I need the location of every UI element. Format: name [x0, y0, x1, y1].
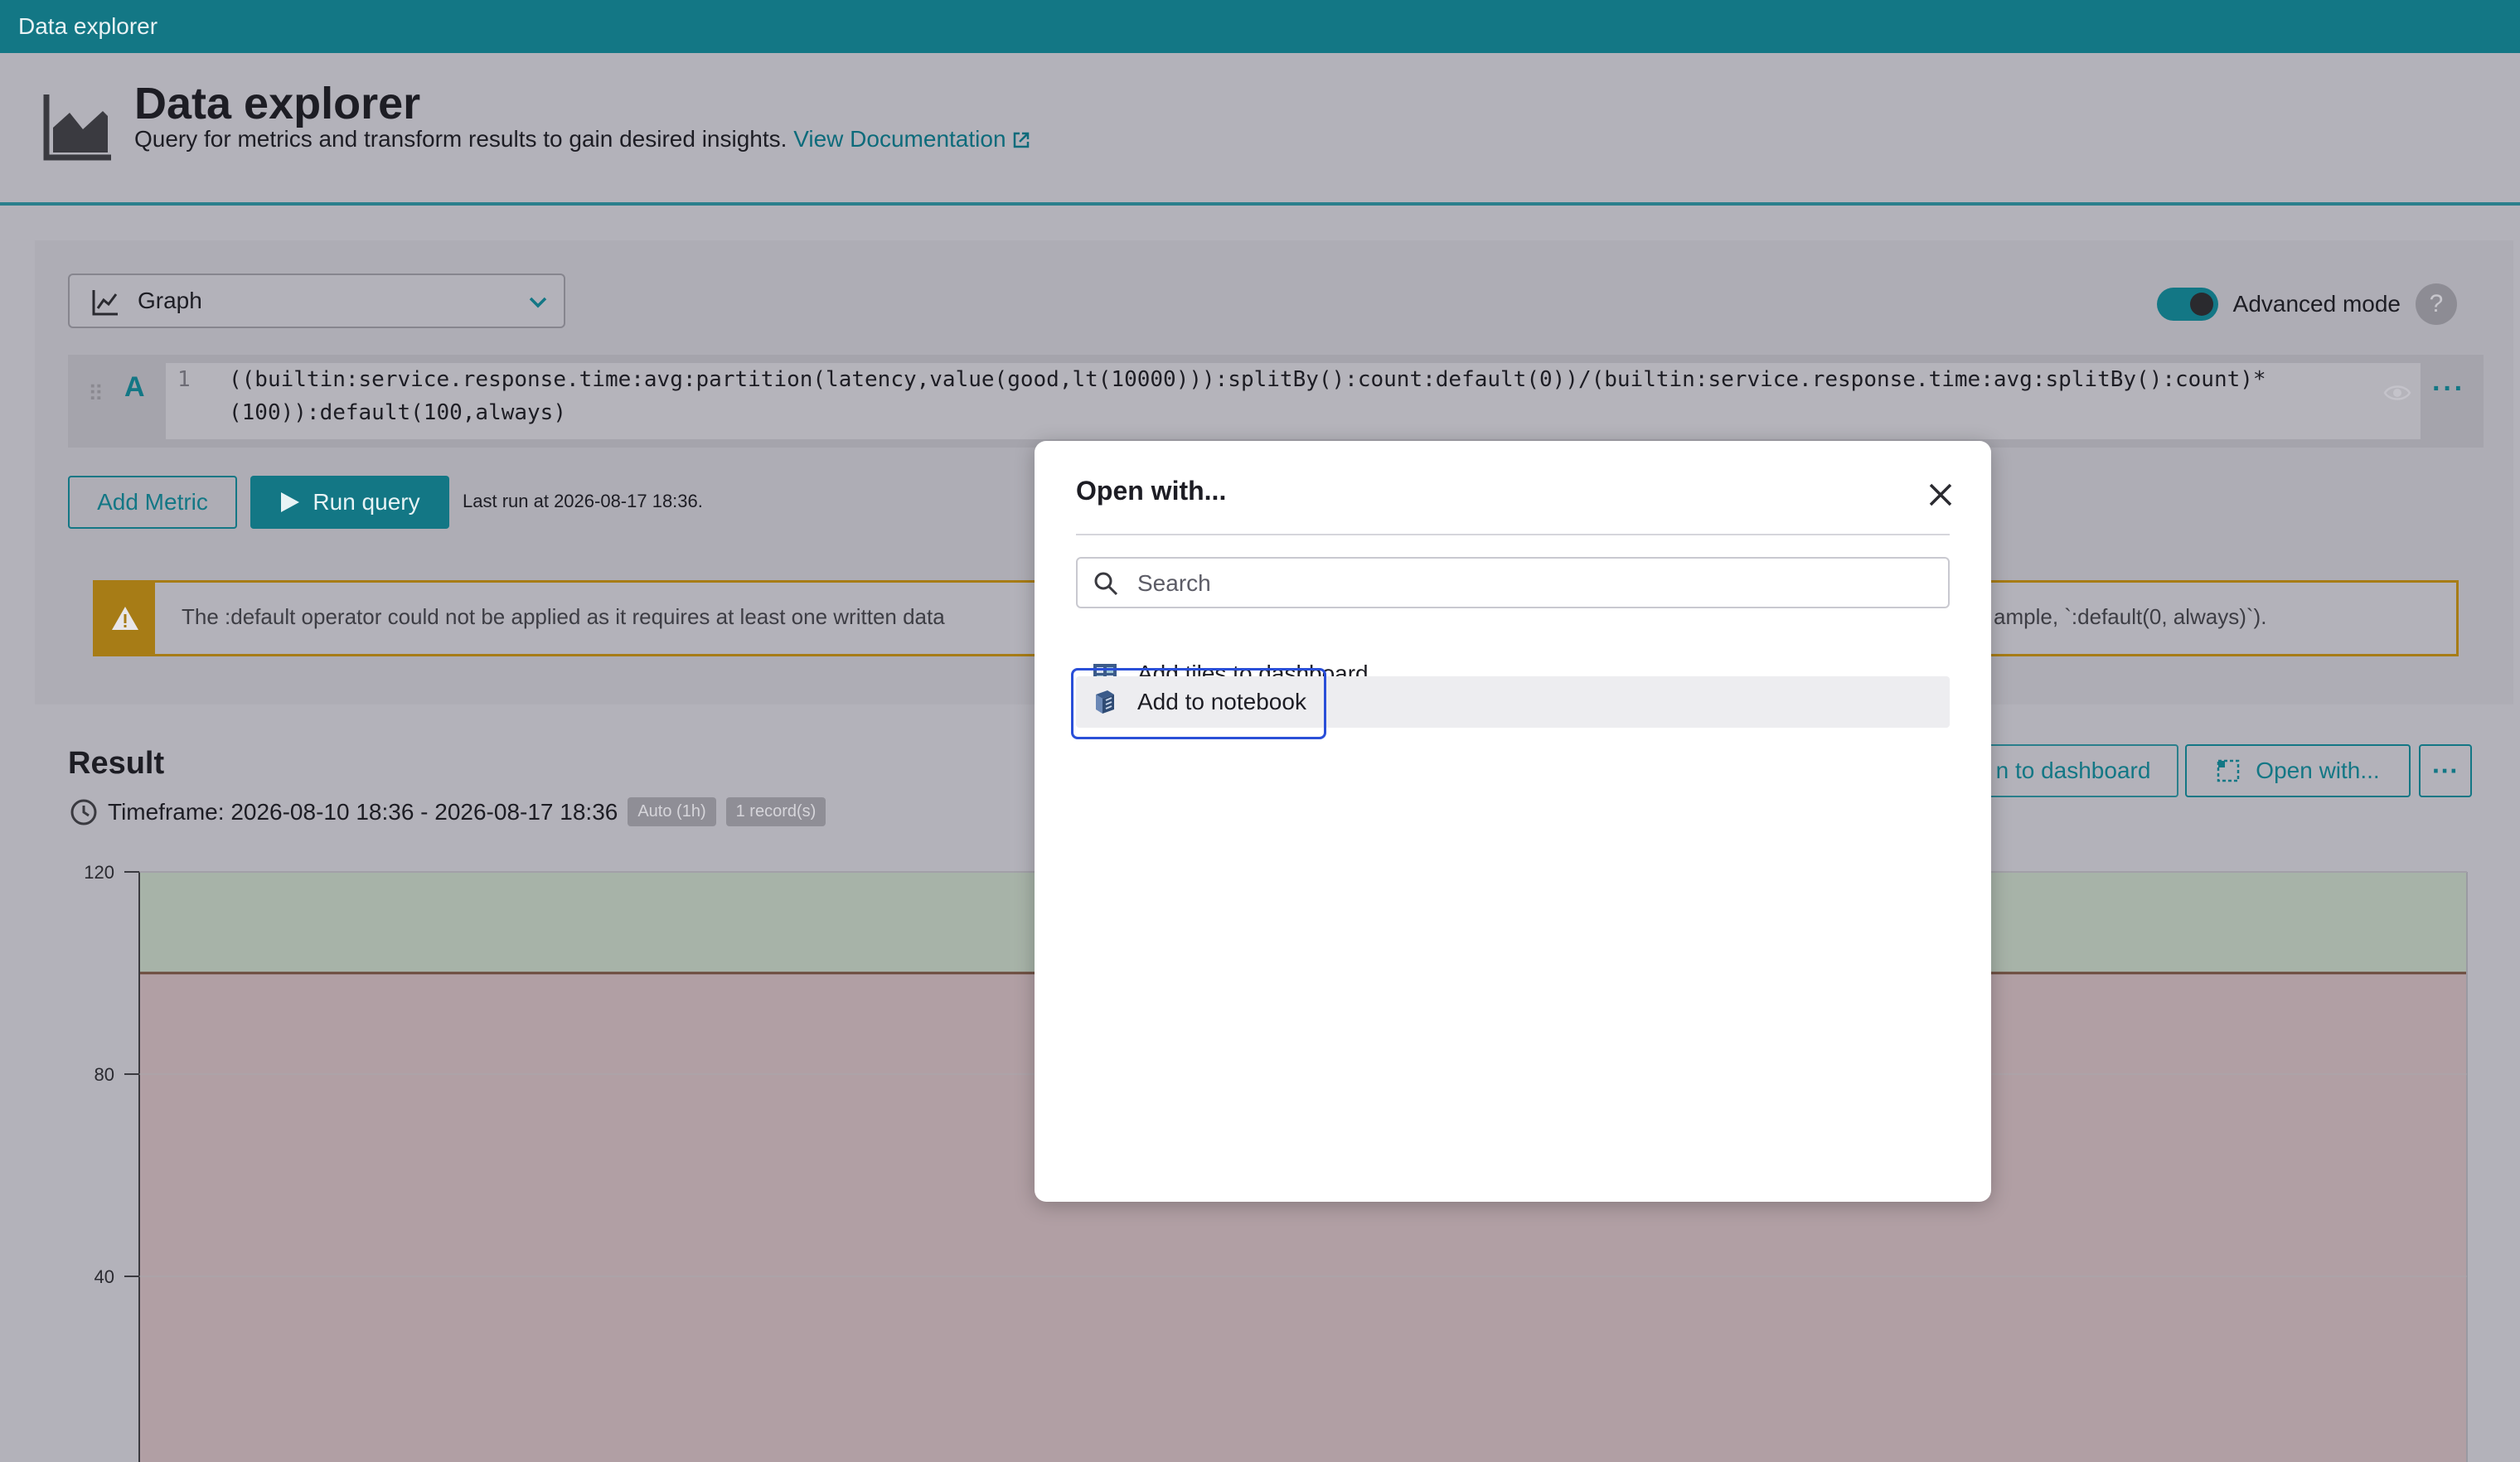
view-documentation-link[interactable]: View Documentation	[793, 126, 1030, 152]
open-with-icon	[2217, 759, 2240, 782]
eye-icon[interactable]	[2382, 378, 2412, 408]
modal-divider	[1076, 534, 1950, 535]
chart-y-tick-label: 80	[94, 1064, 114, 1085]
result-title: Result	[68, 746, 165, 781]
last-run-text: Last run at 2026-08-17 18:36.	[463, 491, 703, 511]
more-options-icon[interactable]: ···	[2432, 373, 2465, 405]
help-icon[interactable]: ?	[2416, 283, 2457, 325]
line-number: 1	[177, 367, 191, 392]
timeframe-row: Timeframe: 2026-08-10 18:36 - 2026-08-17…	[70, 797, 826, 826]
drag-handle-icon[interactable]: ⠿	[88, 381, 104, 407]
advanced-mode-toggle[interactable]	[2156, 288, 2218, 321]
pin-to-dashboard-label: n to dashboard	[1995, 758, 2151, 783]
query-letter: A	[124, 371, 145, 403]
run-query-label: Run query	[313, 489, 420, 515]
add-metric-button[interactable]: Add Metric	[68, 476, 237, 529]
close-icon[interactable]	[1926, 481, 1955, 509]
play-icon	[281, 492, 300, 512]
more-icon: ···	[2432, 755, 2459, 786]
warning-text: The :default operator could not be appli…	[182, 604, 945, 629]
line-chart-icon	[92, 290, 118, 316]
visualization-label: Graph	[138, 288, 202, 313]
modal-search-field[interactable]	[1076, 557, 1950, 608]
add-metric-label: Add Metric	[97, 489, 208, 515]
doc-link-label: View Documentation	[793, 126, 1006, 152]
page-subtitle: Query for metrics and transform results …	[134, 126, 1030, 152]
chart-y-tick-label: 120	[84, 862, 114, 883]
modal-title: Open with...	[1076, 476, 1227, 506]
visualization-select[interactable]: Graph	[68, 274, 565, 328]
auto-resolution-tag: Auto (1h)	[628, 797, 716, 826]
query-editor-row: ⠿ A 1 ((builtin:service.response.time:av…	[68, 355, 2484, 448]
page-header: Data explorer Query for metrics and tran…	[0, 53, 2520, 206]
query-line-2: (100)):default(100,always)	[229, 400, 566, 425]
open-with-label: Open with...	[2256, 758, 2380, 783]
query-code-editor[interactable]: 1 ((builtin:service.response.time:avg:pa…	[166, 363, 2421, 439]
subtitle-text: Query for metrics and transform results …	[134, 126, 788, 152]
advanced-mode-control: Advanced mode ?	[2156, 283, 2457, 325]
area-chart-icon	[43, 94, 111, 161]
open-with-modal: Open with... Add tiles to dashboard Add …	[1035, 441, 1991, 1202]
chart-y-tick-label: 40	[94, 1266, 114, 1287]
chevron-down-icon	[529, 297, 547, 308]
timeframe-text: Timeframe: 2026-08-10 18:36 - 2026-08-17…	[108, 798, 618, 825]
window-title-bar: Data explorer	[0, 0, 2520, 53]
search-icon	[1094, 572, 1118, 596]
external-link-icon	[1014, 132, 1030, 148]
query-text: ((builtin:service.response.time:avg:part…	[229, 363, 2401, 429]
result-more-button[interactable]: ···	[2419, 744, 2472, 797]
page-title: Data explorer	[134, 79, 421, 128]
clock-icon	[70, 799, 97, 825]
warning-text-tail: ample, `:default(0, always)`).	[1994, 604, 2267, 629]
pin-to-dashboard-button[interactable]: n to dashboard	[1968, 744, 2178, 797]
keyboard-focus-ring	[1071, 668, 1326, 739]
modal-search-input[interactable]	[1136, 565, 1935, 602]
records-count-tag: 1 record(s)	[725, 797, 826, 826]
window-title: Data explorer	[18, 13, 158, 39]
query-line-1: ((builtin:service.response.time:avg:part…	[229, 367, 2266, 392]
run-query-button[interactable]: Run query	[250, 476, 449, 529]
warning-icon	[95, 583, 155, 654]
advanced-mode-label: Advanced mode	[2232, 291, 2401, 317]
open-with-button[interactable]: Open with...	[2185, 744, 2411, 797]
